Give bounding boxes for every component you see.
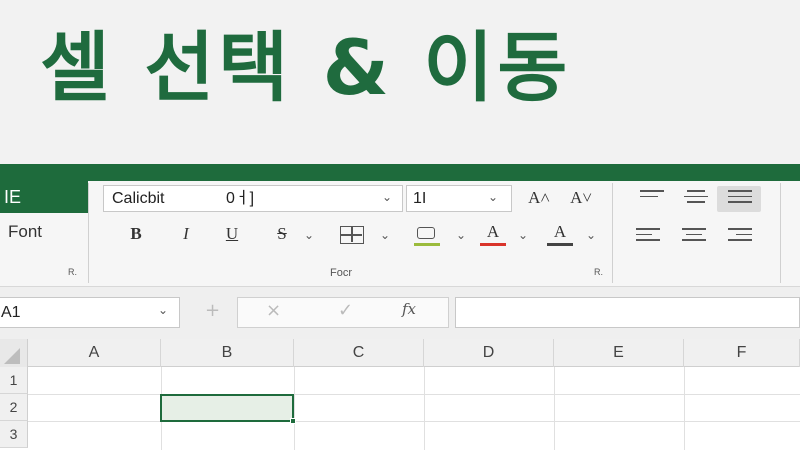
- fill-handle[interactable]: [290, 418, 296, 424]
- chevron-down-icon[interactable]: ⌄: [488, 190, 498, 204]
- column-header-c[interactable]: C: [294, 339, 424, 367]
- cancel-icon[interactable]: ×: [266, 300, 281, 321]
- font-color-icon[interactable]: A: [480, 222, 506, 248]
- font-name-dropdown[interactable]: Calicbit 0ㅓ]: [103, 185, 403, 212]
- font-color2-icon[interactable]: A: [547, 222, 573, 248]
- align-right-icon[interactable]: [728, 228, 752, 245]
- column-header-a[interactable]: A: [28, 339, 161, 367]
- enter-icon[interactable]: ✓: [338, 300, 353, 321]
- column-header-f[interactable]: F: [684, 339, 800, 367]
- chevron-down-icon[interactable]: ⌄: [456, 228, 466, 242]
- align-middle-icon[interactable]: [684, 190, 708, 207]
- font-color-letter: A: [486, 222, 500, 241]
- formula-input[interactable]: [455, 297, 800, 328]
- page-title: 셀 선택 & 이동: [40, 23, 572, 112]
- row-header-1[interactable]: 1: [0, 367, 28, 394]
- row-header-2[interactable]: 2: [0, 394, 28, 421]
- chevron-down-icon[interactable]: ⌄: [158, 303, 168, 317]
- ribbon-top-bar: [0, 164, 800, 181]
- column-header-d[interactable]: D: [424, 339, 554, 367]
- italic-button[interactable]: I: [174, 224, 198, 244]
- font-group-label: Focr: [330, 267, 352, 279]
- name-box-value: A1: [1, 304, 21, 321]
- column-header-b[interactable]: B: [161, 339, 294, 367]
- chevron-down-icon[interactable]: ⌄: [304, 228, 314, 242]
- align-bottom-icon[interactable]: [728, 190, 752, 207]
- title-banner: 셀 선택 & 이동: [0, 0, 800, 164]
- chevron-down-icon[interactable]: ⌄: [518, 228, 528, 242]
- align-left-icon[interactable]: [636, 228, 660, 245]
- chevron-down-icon[interactable]: ⌄: [380, 228, 390, 242]
- tab-font-label: Font: [8, 222, 43, 241]
- bold-button[interactable]: B: [124, 224, 148, 244]
- align-top-icon[interactable]: [640, 190, 664, 201]
- font-name-value: Calicbit: [112, 190, 165, 207]
- fill-color-icon[interactable]: [414, 226, 440, 248]
- font-name-extra: 0ㅓ]: [226, 190, 255, 207]
- align-center-icon[interactable]: [682, 228, 706, 245]
- tab-home[interactable]: IE: [0, 181, 88, 213]
- grid-line: [424, 367, 425, 450]
- chevron-down-icon[interactable]: ⌄: [586, 228, 596, 242]
- font-color2-letter: A: [553, 222, 567, 241]
- grid-line: [554, 367, 555, 450]
- borders-icon[interactable]: [340, 226, 364, 244]
- shrink-font-button[interactable]: A˅: [566, 188, 596, 208]
- grid-line: [294, 367, 295, 450]
- column-header-e[interactable]: E: [554, 339, 684, 367]
- font-size-value: 1I: [413, 190, 427, 207]
- name-box[interactable]: A1: [0, 297, 180, 328]
- chevron-down-icon[interactable]: ⌄: [382, 190, 392, 204]
- font-launcher-icon[interactable]: R.: [594, 267, 603, 277]
- strikethrough-button[interactable]: S: [270, 224, 294, 244]
- ribbon-divider: [780, 183, 781, 283]
- grid-line: [684, 367, 685, 450]
- clipboard-launcher-icon[interactable]: R.: [68, 267, 77, 277]
- selected-cell[interactable]: [160, 394, 294, 422]
- select-all-triangle-icon: [4, 348, 20, 364]
- underline-button[interactable]: U: [220, 224, 244, 244]
- grow-font-button[interactable]: A˄: [525, 188, 553, 208]
- insert-function-icon[interactable]: fx: [402, 300, 416, 318]
- ribbon-divider: [88, 183, 89, 283]
- ribbon-divider: [612, 183, 613, 283]
- row-header-3[interactable]: 3: [0, 421, 28, 448]
- plus-icon: +: [205, 300, 221, 321]
